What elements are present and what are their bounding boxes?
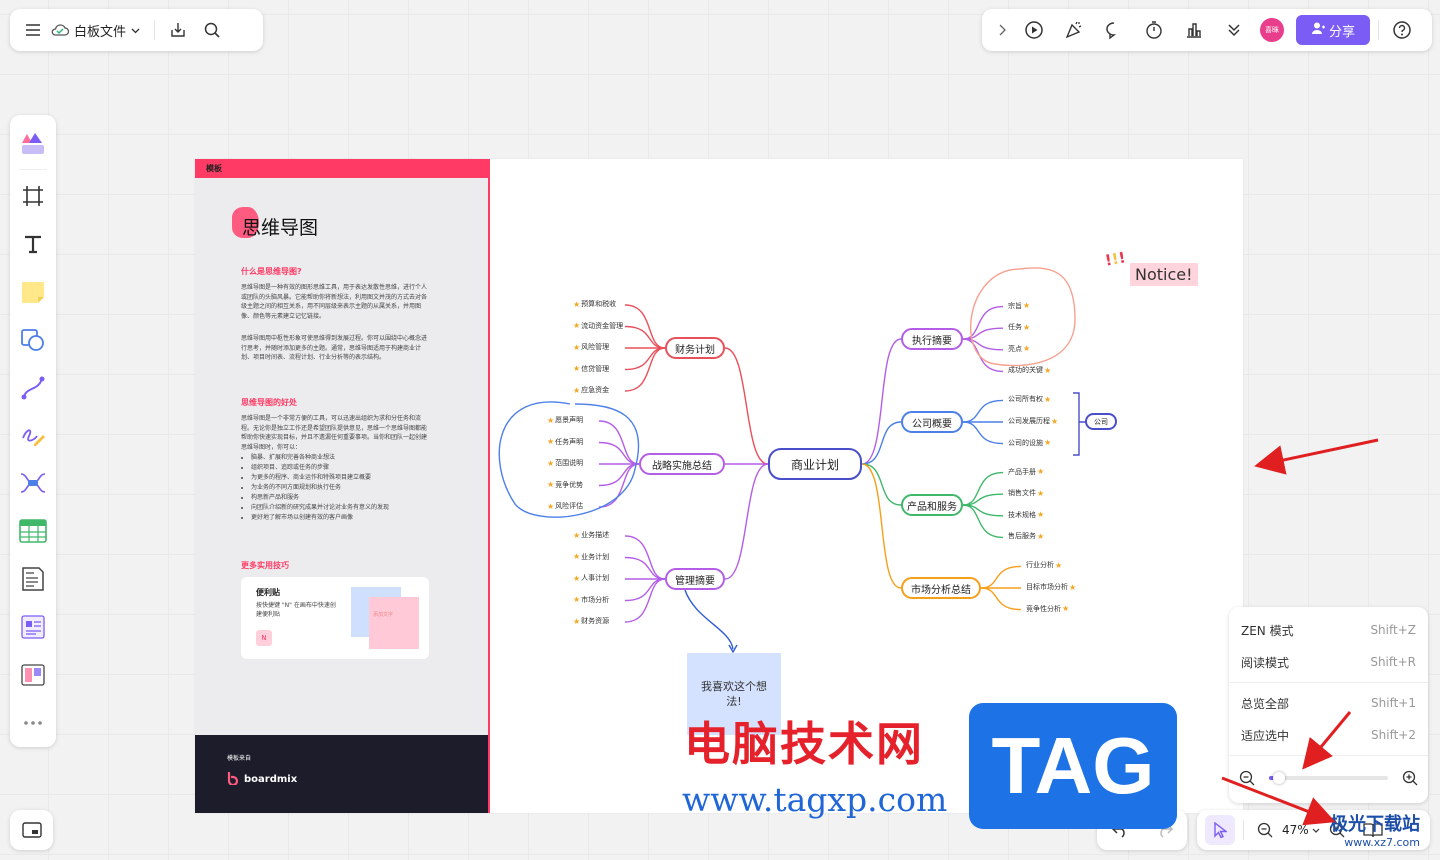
annotation-arrows <box>1221 438 1379 826</box>
annotation-arrow <box>1302 711 1352 770</box>
annotation-arrow <box>1254 438 1379 475</box>
annotation-arrow <box>1221 776 1336 826</box>
